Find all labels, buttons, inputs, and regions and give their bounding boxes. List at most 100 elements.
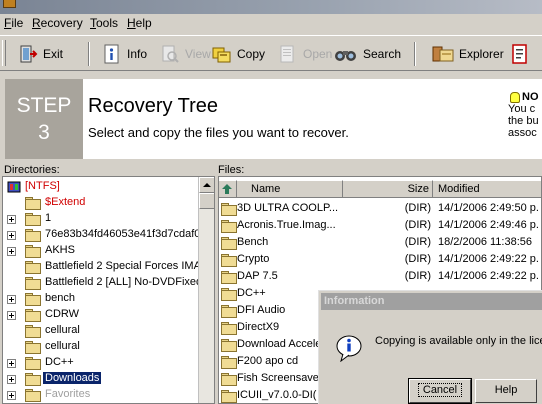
- menu-bar: File Recovery Tools Help: [0, 14, 542, 34]
- binoculars-icon: [334, 44, 358, 64]
- view-label: View: [185, 47, 211, 61]
- tree-node[interactable]: 1: [3, 211, 200, 227]
- tree-node-label: $Extend: [45, 196, 86, 208]
- file-row[interactable]: 3D ULTRA COOLP... (DIR) 14/1/2006 2:49:50 …: [219, 201, 541, 217]
- tree-node[interactable]: [NTFS]: [3, 179, 200, 195]
- file-modified: 14/1/2006 2:49:22 p.: [438, 253, 539, 265]
- folder-icon: [25, 325, 41, 338]
- tree-node[interactable]: AKHS: [3, 243, 200, 259]
- expand-icon[interactable]: [7, 391, 16, 400]
- tree-scrollbar[interactable]: [198, 177, 214, 403]
- cancel-label: Cancel: [417, 383, 463, 397]
- exit-button[interactable]: Exit: [18, 42, 63, 66]
- info-label: Info: [127, 47, 148, 61]
- view-button[interactable]: View: [160, 42, 211, 66]
- file-list-header: Name Size Modified: [219, 180, 541, 198]
- tree-node[interactable]: cellural: [3, 323, 200, 339]
- view-icon: [160, 44, 180, 64]
- toolbar-separator: [414, 42, 416, 66]
- note-line: the bu: [508, 115, 539, 127]
- menu-tools[interactable]: Tools: [90, 16, 118, 30]
- scroll-thumb[interactable]: [199, 193, 214, 209]
- expand-icon[interactable]: [7, 231, 16, 240]
- exit-label: Exit: [43, 47, 64, 61]
- tree-node[interactable]: DC++: [3, 355, 200, 371]
- tree-node-label: 1: [45, 212, 52, 224]
- expand-icon[interactable]: [7, 359, 16, 368]
- tree-node[interactable]: CDRW: [3, 307, 200, 323]
- file-modified: 14/1/2006 2:49:46 p.: [438, 219, 539, 231]
- tree-node-label: DC++: [45, 356, 74, 368]
- open-label: Open: [303, 47, 333, 61]
- report-button[interactable]: [510, 42, 530, 66]
- tree-node[interactable]: Downloads: [3, 371, 200, 387]
- info-button[interactable]: Info: [102, 42, 147, 66]
- info-icon: [336, 334, 366, 363]
- folder-icon: [221, 305, 237, 318]
- copy-label: Copy: [237, 47, 266, 61]
- cancel-button[interactable]: Cancel: [408, 378, 472, 404]
- step-banner: Recovery Tree Select and copy the files …: [83, 79, 542, 159]
- menu-help[interactable]: Help: [127, 16, 152, 30]
- tree-node[interactable]: Battlefield 2 Special Forces IMAG: [3, 259, 200, 275]
- file-name: Bench: [237, 236, 269, 248]
- dialog-message: Copying is available only in the lice: [375, 335, 542, 347]
- column-name[interactable]: Name: [237, 180, 343, 198]
- folder-icon: [221, 203, 237, 216]
- note-line: assoc: [508, 127, 537, 139]
- folder-icon: [25, 213, 41, 226]
- file-row[interactable]: Crypto (DIR) 14/1/2006 2:49:22 p.: [219, 252, 541, 268]
- folder-icon: [25, 277, 41, 290]
- directory-tree[interactable]: [NTFS] $Extend 1 76e83b34fd46053e41f3d7cdaf…: [2, 176, 215, 404]
- folder-icon: [25, 389, 41, 402]
- explorer-label: Explorer: [459, 47, 504, 61]
- file-name: Crypto: [237, 253, 270, 265]
- file-size: (DIR): [404, 219, 431, 231]
- tree-node[interactable]: 76e83b34fd46053e41f3d7cdaf0: [3, 227, 200, 243]
- copy-icon: [212, 44, 232, 64]
- tree-node[interactable]: Favorites: [3, 387, 200, 403]
- toolbar-grip[interactable]: [2, 40, 6, 66]
- folder-icon: [221, 288, 237, 301]
- tree-node-label: Battlefield 2 [ALL] No-DVDFixed: [45, 276, 200, 288]
- explorer-icon: [432, 44, 454, 64]
- expand-icon[interactable]: [7, 215, 16, 224]
- tree-node-label: Downloads: [43, 372, 102, 384]
- column-modified[interactable]: Modified: [433, 180, 541, 198]
- open-icon: [278, 44, 298, 64]
- explorer-button[interactable]: Explorer: [432, 42, 504, 66]
- search-label: Search: [363, 47, 402, 61]
- tree-node[interactable]: Battlefield 2 [ALL] No-DVDFixed: [3, 275, 200, 291]
- expand-icon[interactable]: [7, 247, 16, 256]
- menu-file[interactable]: File: [4, 16, 23, 30]
- expand-icon[interactable]: [7, 311, 16, 320]
- file-name: DAP 7.5: [237, 270, 278, 282]
- help-button[interactable]: Help: [475, 379, 537, 403]
- expand-icon[interactable]: [7, 375, 16, 384]
- tree-node[interactable]: cellural: [3, 339, 200, 355]
- file-row[interactable]: DAP 7.5 (DIR) 14/1/2006 2:49:22 p.: [219, 269, 541, 285]
- copy-button[interactable]: Copy: [212, 42, 265, 66]
- scroll-up-button[interactable]: [199, 177, 214, 193]
- search-button[interactable]: Search: [334, 42, 401, 66]
- file-row[interactable]: Bench (DIR) 18/2/2006 11:38:56: [219, 235, 541, 251]
- file-size: (DIR): [404, 202, 431, 214]
- folder-icon: [25, 341, 41, 354]
- folder-icon: [25, 373, 41, 386]
- file-size: (DIR): [404, 270, 431, 282]
- menu-recovery[interactable]: Recovery: [32, 16, 83, 30]
- tree-node[interactable]: bench: [3, 291, 200, 307]
- tree-node-label: [NTFS]: [25, 180, 60, 192]
- expand-icon[interactable]: [7, 295, 16, 304]
- file-row[interactable]: Acronis.True.Imag... (DIR) 14/1/2006 2:49:…: [219, 218, 541, 234]
- tree-node[interactable]: $Extend: [3, 195, 200, 211]
- tree-node-label: bench: [45, 292, 75, 304]
- report-icon: [510, 44, 530, 64]
- sort-up-button[interactable]: [219, 180, 237, 198]
- open-button[interactable]: Open: [278, 42, 332, 66]
- column-size[interactable]: Size: [343, 180, 433, 198]
- folder-icon: [25, 357, 41, 370]
- note-title: NO: [508, 91, 542, 103]
- folder-icon: [221, 339, 237, 352]
- page-subtitle: Select and copy the files you want to re…: [88, 125, 349, 140]
